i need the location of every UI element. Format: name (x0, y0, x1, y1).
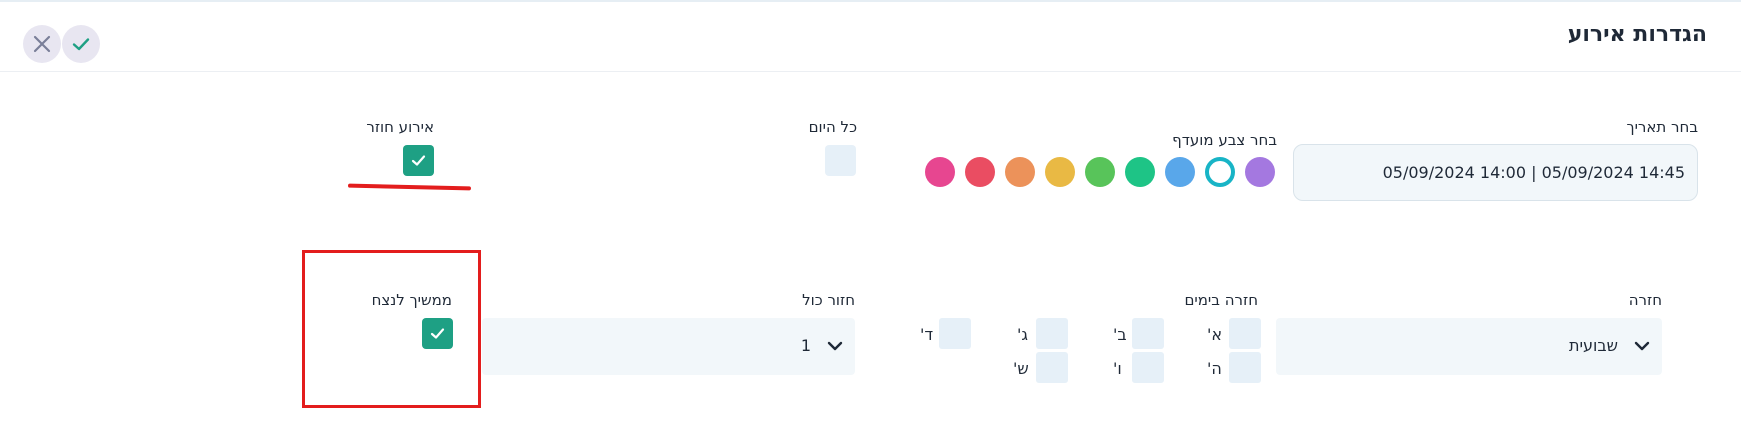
day-label: ב' (1113, 325, 1127, 344)
annotation-underline (347, 183, 472, 191)
date-range-value: 05/09/2024 14:00 | 05/09/2024 14:45 (1382, 163, 1685, 182)
day-checkbox-saturday[interactable] (1036, 352, 1068, 383)
date-range-input[interactable]: 05/09/2024 14:00 | 05/09/2024 14:45 (1293, 144, 1698, 201)
check-icon (72, 38, 90, 51)
color-swatch[interactable] (1045, 157, 1075, 187)
annotation-box (302, 250, 481, 408)
day-label: ש' (1013, 359, 1029, 378)
day-checkbox-friday[interactable] (1132, 352, 1164, 383)
color-swatch[interactable] (1085, 157, 1115, 187)
repeat-select[interactable]: שבועית (1276, 318, 1662, 375)
color-swatch[interactable] (1205, 157, 1235, 187)
page-title: הגדרות אירוע (1567, 22, 1707, 47)
repeat-every-label: חזור כול (802, 291, 855, 309)
dialog-header: הגדרות אירוע (0, 0, 1741, 72)
color-swatch[interactable] (1165, 157, 1195, 187)
color-picker-label: בחר צבע מועדף (1172, 131, 1277, 149)
chevron-down-icon (827, 341, 843, 351)
repeat-every-value: 1 (800, 336, 811, 355)
recurring-checkbox[interactable] (403, 145, 434, 176)
repeat-value: שבועית (1568, 336, 1618, 355)
day-checkbox-sunday[interactable] (1229, 318, 1261, 349)
confirm-button[interactable] (62, 25, 100, 63)
day-checkbox-tuesday[interactable] (1036, 318, 1068, 349)
day-checkbox-monday[interactable] (1132, 318, 1164, 349)
all-day-label: כל היום (808, 118, 857, 136)
color-swatch[interactable] (965, 157, 995, 187)
day-label: ו' (1113, 359, 1122, 378)
close-icon (33, 35, 51, 53)
repeat-days-label: חזרה בימים (1184, 291, 1258, 309)
close-button[interactable] (23, 25, 61, 63)
date-label: בחר תאריך (1626, 118, 1698, 136)
recurring-label: אירוע חוזר (366, 118, 434, 136)
day-label: ד' (920, 325, 934, 344)
day-label: ג' (1017, 325, 1028, 344)
color-swatch[interactable] (1125, 157, 1155, 187)
check-icon (411, 155, 426, 166)
day-label: ה' (1207, 359, 1222, 378)
all-day-checkbox[interactable] (825, 145, 856, 176)
day-checkbox-thursday[interactable] (1229, 352, 1261, 383)
day-checkbox-wednesday[interactable] (939, 318, 971, 349)
day-label: א' (1207, 325, 1223, 344)
chevron-down-icon (1634, 341, 1650, 351)
color-swatch[interactable] (1245, 157, 1275, 187)
repeat-label: חזרה (1628, 291, 1662, 309)
repeat-every-select[interactable]: 1 (482, 318, 855, 375)
color-swatch[interactable] (1005, 157, 1035, 187)
color-swatch[interactable] (925, 157, 955, 187)
